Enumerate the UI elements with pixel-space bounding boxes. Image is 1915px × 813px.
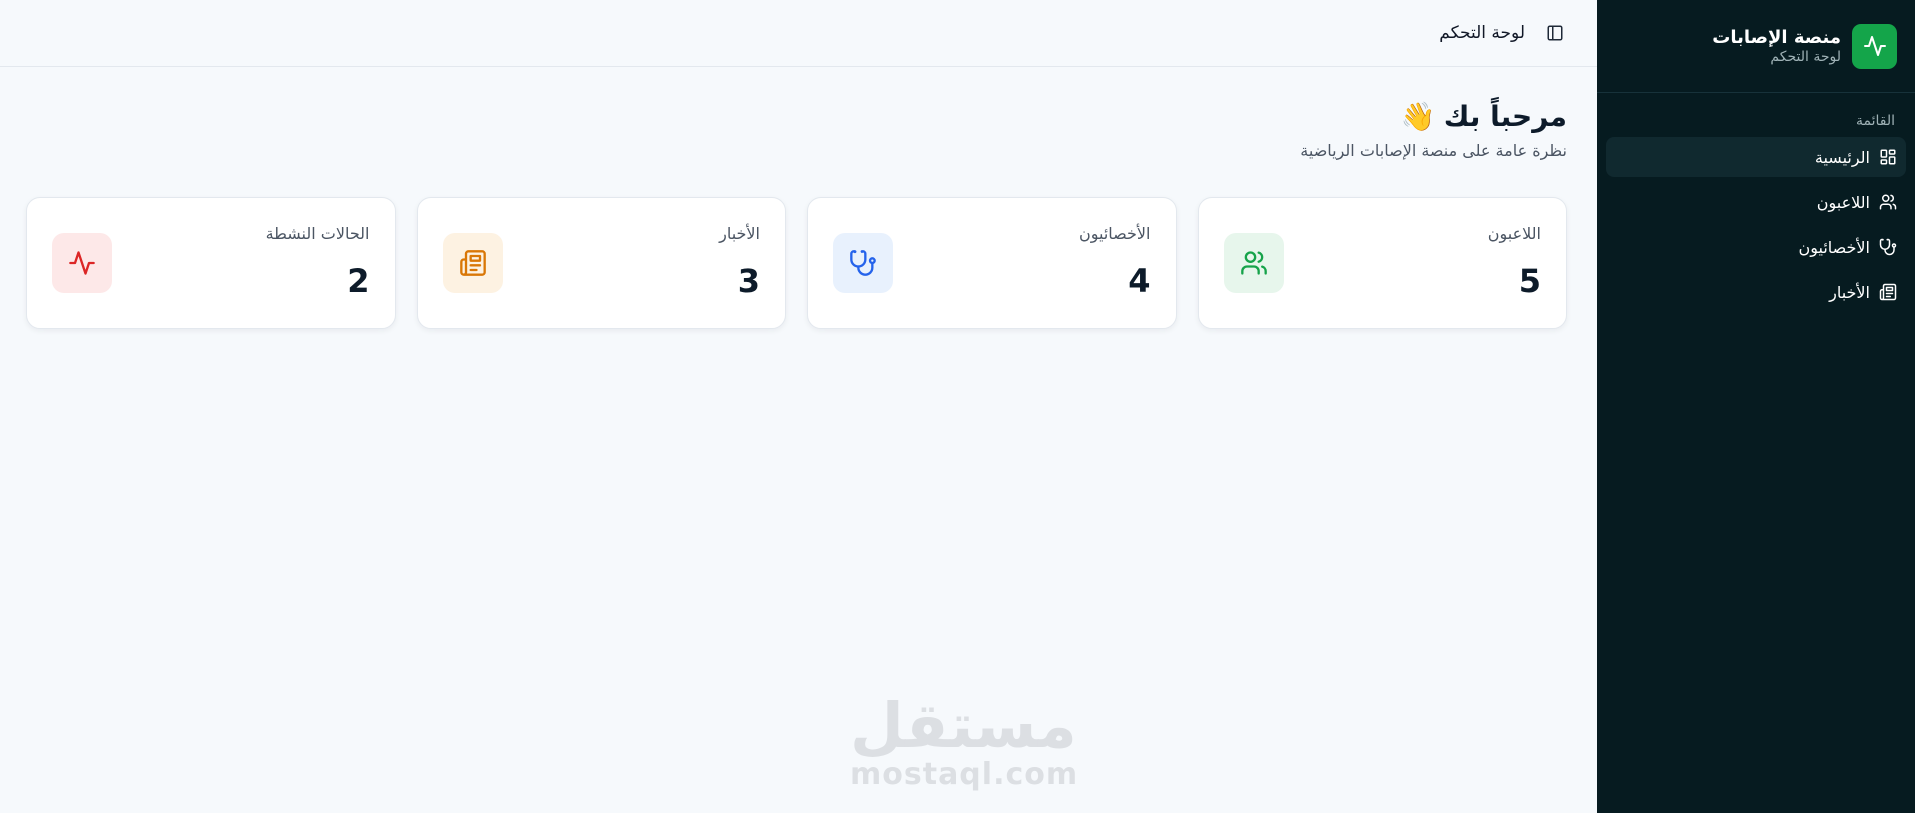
sidebar-toggle-icon[interactable] xyxy=(1543,21,1567,45)
app-root: لوحة التحكم مرحباً بك 👋 نظرة عامة على من… xyxy=(0,0,1915,813)
stat-card-active-cases[interactable]: الحالات النشطة 2 xyxy=(26,197,396,329)
welcome-subtitle: نظرة عامة على منصة الإصابات الرياضية xyxy=(1300,141,1567,160)
sidebar-item-home[interactable]: الرئيسية xyxy=(1606,137,1906,177)
brand-subtitle: لوحة التحكم xyxy=(1770,49,1841,65)
newspaper-icon xyxy=(442,233,503,293)
stat-value: 4 xyxy=(1128,262,1151,300)
sidebar-nav: الرئيسية اللاعبون الأخصائيون الأخبار xyxy=(1597,137,1915,312)
newspaper-icon xyxy=(1879,283,1897,301)
stat-card-specialists[interactable]: الأخصائيون 4 xyxy=(807,197,1177,329)
sidebar-item-specialists[interactable]: الأخصائيون xyxy=(1606,227,1906,267)
stat-value: 5 xyxy=(1518,262,1541,300)
stat-card-players[interactable]: اللاعبون 5 xyxy=(1197,197,1567,329)
sidebar-item-label: الرئيسية xyxy=(1814,147,1870,167)
nav-section-heading: القائمة xyxy=(1856,113,1895,129)
brand-title: منصة الإصابات xyxy=(1712,27,1841,48)
sidebar-item-players[interactable]: اللاعبون xyxy=(1606,182,1906,222)
stat-label: الحالات النشطة xyxy=(265,224,370,243)
watermark-arabic: مستقل xyxy=(850,689,1077,762)
stat-value: 3 xyxy=(737,262,760,300)
watermark: مستقل mostaql.com xyxy=(850,689,1079,793)
users-icon xyxy=(1223,233,1284,293)
sidebar-item-label: الأخصائيون xyxy=(1798,237,1870,257)
activity-icon xyxy=(52,233,112,293)
brand-text: منصة الإصابات لوحة التحكم xyxy=(1712,27,1841,65)
dashboard-grid-icon xyxy=(1880,149,1896,165)
sidebar: منصة الإصابات لوحة التحكم القائمة الرئيس… xyxy=(1597,0,1915,813)
watermark-latin: mostaql.com xyxy=(850,757,1079,792)
users-icon xyxy=(1879,194,1897,210)
brand-header: منصة الإصابات لوحة التحكم xyxy=(1597,0,1915,93)
stat-value: 2 xyxy=(347,262,370,300)
welcome-section: مرحباً بك 👋 نظرة عامة على منصة الإصابات … xyxy=(1300,100,1567,160)
sidebar-item-label: اللاعبون xyxy=(1816,192,1870,212)
stethoscope-icon xyxy=(1879,238,1897,256)
sidebar-item-news[interactable]: الأخبار xyxy=(1606,272,1906,312)
activity-icon xyxy=(1852,23,1897,69)
welcome-title-text: مرحباً بك xyxy=(1443,100,1567,133)
main-area: لوحة التحكم مرحباً بك 👋 نظرة عامة على من… xyxy=(0,0,1597,813)
stat-label: الأخبار xyxy=(719,224,760,243)
stethoscope-icon xyxy=(833,233,893,293)
sidebar-item-label: الأخبار xyxy=(1829,282,1870,302)
stat-card-news[interactable]: الأخبار 3 xyxy=(416,197,786,329)
waving-hand-icon: 👋 xyxy=(1400,100,1436,133)
topbar: لوحة التحكم xyxy=(0,0,1597,67)
stat-label: اللاعبون xyxy=(1487,224,1541,243)
stat-label: الأخصائيون xyxy=(1078,224,1151,243)
welcome-title: مرحباً بك 👋 xyxy=(1300,100,1567,133)
page-title: لوحة التحكم xyxy=(1439,23,1525,43)
stats-cards: الحالات النشطة 2 الأخبار 3 الأخصائيون 4 … xyxy=(26,197,1567,329)
